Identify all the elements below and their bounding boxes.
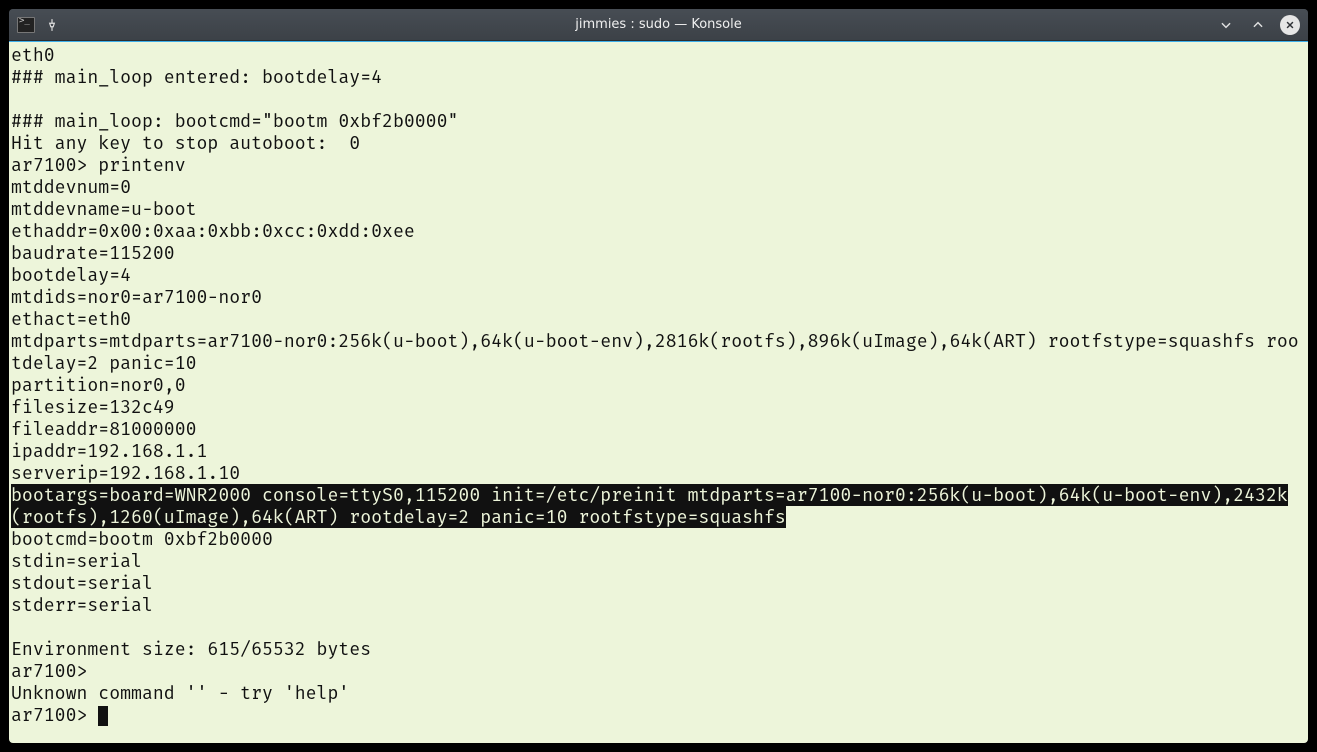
terminal-line: ar7100> printenv [11,154,1306,176]
terminal-line: Environment size: 615/65532 bytes [11,638,1306,660]
cursor [98,706,108,726]
terminal-line: bootdelay=4 [11,264,1306,286]
terminal-line [11,616,1306,638]
terminal-line: fileaddr=81000000 [11,418,1306,440]
terminal-line: stderr=serial [11,594,1306,616]
terminal-line: bootargs=board=WNR2000 console=ttyS0,115… [11,484,1306,528]
terminal-line: bootcmd=bootm 0xbf2b0000 [11,528,1306,550]
terminal-line: Hit any key to stop autoboot: 0 [11,132,1306,154]
pin-icon[interactable] [45,18,59,32]
terminal-line: mtdparts=mtdparts=ar7100-nor0:256k(u-boo… [11,330,1306,374]
terminal-line: baudrate=115200 [11,242,1306,264]
terminal-line: ipaddr=192.168.1.1 [11,440,1306,462]
titlebar[interactable]: jimmies : sudo — Konsole [9,9,1308,41]
minimize-button[interactable] [1216,15,1236,35]
selected-text: bootargs=board=WNR2000 console=ttyS0,115… [11,484,1288,528]
titlebar-left [17,17,59,33]
terminal-line: stdout=serial [11,572,1306,594]
terminal-line: ethaddr=0x00:0xaa:0xbb:0xcc:0xdd:0xee [11,220,1306,242]
window-controls [1216,15,1300,35]
terminal-line: ### main_loop: bootcmd="bootm 0xbf2b0000… [11,110,1306,132]
konsole-window: jimmies : sudo — Konsole eth0### main_lo… [9,9,1308,743]
terminal-line: eth0 [11,44,1306,66]
terminal-line: ### main_loop entered: bootdelay=4 [11,66,1306,88]
terminal-line: stdin=serial [11,550,1306,572]
window-title: jimmies : sudo — Konsole [575,17,741,32]
terminal-line: filesize=132c49 [11,396,1306,418]
terminal-output[interactable]: eth0### main_loop entered: bootdelay=4 #… [9,42,1308,743]
maximize-button[interactable] [1248,15,1268,35]
terminal-line: serverip=192.168.1.10 [11,462,1306,484]
terminal-line: ar7100> [11,660,1306,682]
terminal-line: mtddevname=u-boot [11,198,1306,220]
terminal-line: partition=nor0,0 [11,374,1306,396]
terminal-line: ethact=eth0 [11,308,1306,330]
close-button[interactable] [1280,15,1300,35]
terminal-line [11,88,1306,110]
terminal-line: mtddevnum=0 [11,176,1306,198]
terminal-line: ar7100> [11,704,1306,726]
terminal-line: Unknown command '' - try 'help' [11,682,1306,704]
terminal-line: mtdids=nor0=ar7100-nor0 [11,286,1306,308]
terminal-app-icon [17,17,35,33]
